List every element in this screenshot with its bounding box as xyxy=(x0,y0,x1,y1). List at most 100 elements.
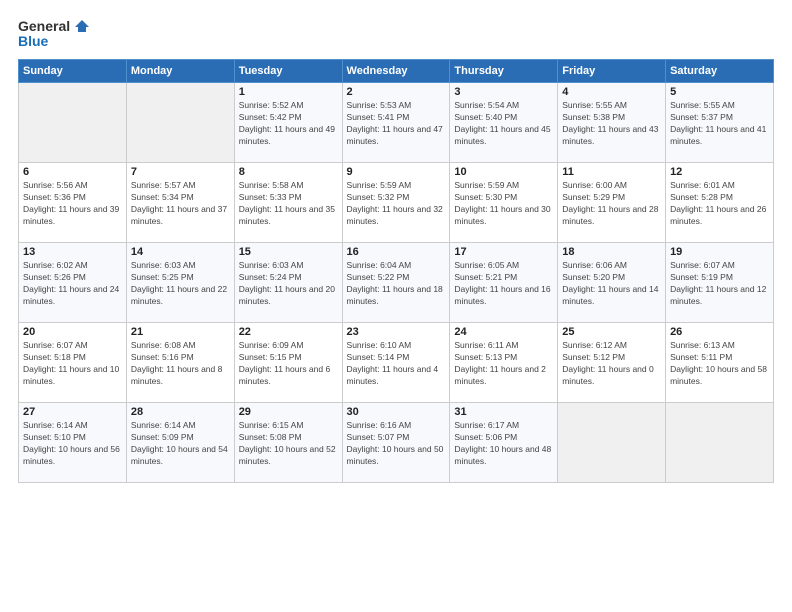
day-number: 28 xyxy=(131,406,230,418)
day-info: Sunrise: 6:07 AMSunset: 5:18 PMDaylight:… xyxy=(23,340,122,388)
calendar-cell xyxy=(19,83,127,163)
calendar-cell xyxy=(558,403,666,483)
day-info: Sunrise: 6:00 AMSunset: 5:29 PMDaylight:… xyxy=(562,180,661,228)
calendar-cell: 21Sunrise: 6:08 AMSunset: 5:16 PMDayligh… xyxy=(126,323,234,403)
day-info: Sunrise: 6:03 AMSunset: 5:25 PMDaylight:… xyxy=(131,260,230,308)
day-number: 13 xyxy=(23,246,122,258)
day-info: Sunrise: 6:09 AMSunset: 5:15 PMDaylight:… xyxy=(239,340,338,388)
logo-container: General Blue xyxy=(18,18,90,49)
calendar-cell: 1 Sunrise: 5:52 AMSunset: 5:42 PMDaylight… xyxy=(234,83,342,163)
day-info: Sunrise: 6:15 AMSunset: 5:08 PMDaylight:… xyxy=(239,420,338,468)
day-info: Sunrise: 6:13 AMSunset: 5:11 PMDaylight:… xyxy=(670,340,769,388)
day-number: 1 xyxy=(239,86,338,98)
day-info: Sunrise: 5:58 AMSunset: 5:33 PMDaylight:… xyxy=(239,180,338,228)
calendar-cell: 24Sunrise: 6:11 AMSunset: 5:13 PMDayligh… xyxy=(450,323,558,403)
calendar-cell: 8 Sunrise: 5:58 AMSunset: 5:33 PMDaylight… xyxy=(234,163,342,243)
day-header-saturday: Saturday xyxy=(666,60,774,83)
day-info: Sunrise: 5:59 AMSunset: 5:30 PMDaylight:… xyxy=(454,180,553,228)
day-number: 2 xyxy=(347,86,446,98)
calendar-cell: 6 Sunrise: 5:56 AMSunset: 5:36 PMDaylight… xyxy=(19,163,127,243)
week-row-2: 6 Sunrise: 5:56 AMSunset: 5:36 PMDaylight… xyxy=(19,163,774,243)
logo-blue: Blue xyxy=(18,34,48,49)
day-number: 4 xyxy=(562,86,661,98)
calendar-body: 1 Sunrise: 5:52 AMSunset: 5:42 PMDaylight… xyxy=(19,83,774,483)
day-number: 18 xyxy=(562,246,661,258)
calendar-cell: 7Sunrise: 5:57 AMSunset: 5:34 PMDaylight… xyxy=(126,163,234,243)
day-info: Sunrise: 5:55 AMSunset: 5:38 PMDaylight:… xyxy=(562,100,661,148)
week-row-4: 20 Sunrise: 6:07 AMSunset: 5:18 PMDayligh… xyxy=(19,323,774,403)
logo-bird-icon xyxy=(72,18,90,36)
day-info: Sunrise: 6:16 AMSunset: 5:07 PMDaylight:… xyxy=(347,420,446,468)
day-number: 24 xyxy=(454,326,553,338)
calendar-table: SundayMondayTuesdayWednesdayThursdayFrid… xyxy=(18,59,774,483)
calendar-cell: 14 Sunrise: 6:03 AMSunset: 5:25 PMDayligh… xyxy=(126,243,234,323)
day-number: 5 xyxy=(670,86,769,98)
calendar-cell: 3 Sunrise: 5:54 AMSunset: 5:40 PMDaylight… xyxy=(450,83,558,163)
day-info: Sunrise: 5:52 AMSunset: 5:42 PMDaylight:… xyxy=(239,100,338,148)
day-info: Sunrise: 6:05 AMSunset: 5:21 PMDaylight:… xyxy=(454,260,553,308)
calendar-cell: 22Sunrise: 6:09 AMSunset: 5:15 PMDayligh… xyxy=(234,323,342,403)
day-number: 10 xyxy=(454,166,553,178)
day-header-tuesday: Tuesday xyxy=(234,60,342,83)
day-info: Sunrise: 5:59 AMSunset: 5:32 PMDaylight:… xyxy=(347,180,446,228)
calendar-cell: 31Sunrise: 6:17 AMSunset: 5:06 PMDayligh… xyxy=(450,403,558,483)
calendar-cell: 20 Sunrise: 6:07 AMSunset: 5:18 PMDayligh… xyxy=(19,323,127,403)
calendar-cell: 13 Sunrise: 6:02 AMSunset: 5:26 PMDayligh… xyxy=(19,243,127,323)
day-number: 3 xyxy=(454,86,553,98)
day-number: 23 xyxy=(347,326,446,338)
calendar-cell: 9 Sunrise: 5:59 AMSunset: 5:32 PMDaylight… xyxy=(342,163,450,243)
day-info: Sunrise: 6:07 AMSunset: 5:19 PMDaylight:… xyxy=(670,260,769,308)
day-info: Sunrise: 5:54 AMSunset: 5:40 PMDaylight:… xyxy=(454,100,553,148)
day-number: 11 xyxy=(562,166,661,178)
day-number: 16 xyxy=(347,246,446,258)
day-header-friday: Friday xyxy=(558,60,666,83)
day-number: 27 xyxy=(23,406,122,418)
day-info: Sunrise: 6:04 AMSunset: 5:22 PMDaylight:… xyxy=(347,260,446,308)
day-header-wednesday: Wednesday xyxy=(342,60,450,83)
calendar-cell: 16 Sunrise: 6:04 AMSunset: 5:22 PMDayligh… xyxy=(342,243,450,323)
day-info: Sunrise: 5:56 AMSunset: 5:36 PMDaylight:… xyxy=(23,180,122,228)
calendar-cell: 2 Sunrise: 5:53 AMSunset: 5:41 PMDaylight… xyxy=(342,83,450,163)
day-number: 6 xyxy=(23,166,122,178)
calendar-cell: 23Sunrise: 6:10 AMSunset: 5:14 PMDayligh… xyxy=(342,323,450,403)
calendar-cell: 17 Sunrise: 6:05 AMSunset: 5:21 PMDayligh… xyxy=(450,243,558,323)
day-number: 15 xyxy=(239,246,338,258)
day-info: Sunrise: 6:17 AMSunset: 5:06 PMDaylight:… xyxy=(454,420,553,468)
week-row-1: 1 Sunrise: 5:52 AMSunset: 5:42 PMDaylight… xyxy=(19,83,774,163)
calendar-cell: 19 Sunrise: 6:07 AMSunset: 5:19 PMDayligh… xyxy=(666,243,774,323)
day-info: Sunrise: 6:14 AMSunset: 5:09 PMDaylight:… xyxy=(131,420,230,468)
day-number: 21 xyxy=(131,326,230,338)
day-info: Sunrise: 6:12 AMSunset: 5:12 PMDaylight:… xyxy=(562,340,661,388)
calendar-page: General Blue SundayMondayTuesdayWednesda… xyxy=(0,0,792,612)
day-number: 14 xyxy=(131,246,230,258)
calendar-cell: 15Sunrise: 6:03 AMSunset: 5:24 PMDayligh… xyxy=(234,243,342,323)
day-info: Sunrise: 5:53 AMSunset: 5:41 PMDaylight:… xyxy=(347,100,446,148)
day-header-sunday: Sunday xyxy=(19,60,127,83)
day-header-thursday: Thursday xyxy=(450,60,558,83)
day-number: 17 xyxy=(454,246,553,258)
calendar-cell: 4 Sunrise: 5:55 AMSunset: 5:38 PMDaylight… xyxy=(558,83,666,163)
day-number: 26 xyxy=(670,326,769,338)
calendar-cell: 12 Sunrise: 6:01 AMSunset: 5:28 PMDayligh… xyxy=(666,163,774,243)
day-number: 25 xyxy=(562,326,661,338)
calendar-cell: 27 Sunrise: 6:14 AMSunset: 5:10 PMDayligh… xyxy=(19,403,127,483)
calendar-cell: 10 Sunrise: 5:59 AMSunset: 5:30 PMDayligh… xyxy=(450,163,558,243)
day-info: Sunrise: 6:01 AMSunset: 5:28 PMDaylight:… xyxy=(670,180,769,228)
calendar-cell xyxy=(666,403,774,483)
day-info: Sunrise: 5:57 AMSunset: 5:34 PMDaylight:… xyxy=(131,180,230,228)
day-number: 20 xyxy=(23,326,122,338)
day-info: Sunrise: 6:02 AMSunset: 5:26 PMDaylight:… xyxy=(23,260,122,308)
calendar-cell: 30 Sunrise: 6:16 AMSunset: 5:07 PMDayligh… xyxy=(342,403,450,483)
calendar-cell: 5 Sunrise: 5:55 AMSunset: 5:37 PMDaylight… xyxy=(666,83,774,163)
day-number: 30 xyxy=(347,406,446,418)
day-number: 8 xyxy=(239,166,338,178)
calendar-cell: 28 Sunrise: 6:14 AMSunset: 5:09 PMDayligh… xyxy=(126,403,234,483)
day-number: 9 xyxy=(347,166,446,178)
day-info: Sunrise: 6:06 AMSunset: 5:20 PMDaylight:… xyxy=(562,260,661,308)
logo: General Blue xyxy=(18,18,90,49)
day-info: Sunrise: 5:55 AMSunset: 5:37 PMDaylight:… xyxy=(670,100,769,148)
day-number: 12 xyxy=(670,166,769,178)
day-info: Sunrise: 6:14 AMSunset: 5:10 PMDaylight:… xyxy=(23,420,122,468)
day-number: 19 xyxy=(670,246,769,258)
calendar-cell: 26 Sunrise: 6:13 AMSunset: 5:11 PMDayligh… xyxy=(666,323,774,403)
